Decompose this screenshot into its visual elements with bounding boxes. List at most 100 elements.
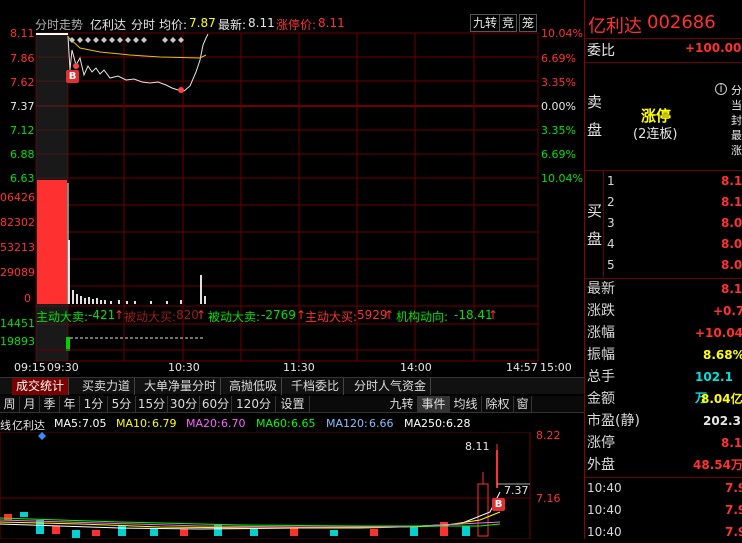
period-year[interactable]: 年	[60, 396, 80, 413]
sell-side: 卖盘 涨停 (2连板) i 分当封最涨	[585, 63, 742, 170]
kline-chart	[0, 432, 531, 539]
period-5min[interactable]: 5分	[108, 396, 136, 413]
ma120-value: 6.66	[369, 417, 394, 430]
stat-row: 总手 102.1万	[587, 369, 733, 405]
price-tick: 6.88	[10, 148, 35, 161]
limit-note: 分当封最涨	[731, 84, 742, 157]
kline-jiuzhuan-button[interactable]: 九转	[386, 396, 418, 413]
period-1min[interactable]: 1分	[80, 396, 108, 413]
tick-row: 10:407.98	[587, 525, 742, 539]
sell-label: 卖盘	[587, 93, 603, 139]
flow-value: -18.41	[454, 308, 493, 322]
ma10-value: 6.79	[152, 417, 177, 430]
buy-level-row[interactable]: 5 8.07	[585, 255, 742, 276]
pct-tick: 10.04%	[541, 27, 583, 40]
ma5-label: MA5:	[54, 417, 82, 430]
quote-stock-name: 亿利达	[588, 16, 642, 37]
kline-ma-button[interactable]: 均线	[450, 396, 482, 413]
kline-stock-name: 亿利达	[12, 419, 45, 432]
kline-close-label: 7.37	[504, 484, 529, 497]
period-month[interactable]: 月	[20, 396, 40, 413]
tick-row: 10:407.98	[587, 481, 742, 495]
flow-label: 被动大买:	[124, 310, 177, 324]
kline-high-label: 8.11	[465, 440, 490, 453]
flow-arrow: ↑	[488, 308, 499, 322]
time-tick: 14:57	[506, 361, 538, 374]
flow-label: 被动大卖:	[208, 310, 261, 324]
buy-side: 买盘 1 8.11 2 8.10 3 8.09 4 8.08 5 8.07	[585, 171, 742, 277]
stat-row: 涨停8.11	[587, 435, 742, 451]
flow-label: 机构动向:	[396, 310, 449, 324]
time-tick: 11:30	[283, 361, 315, 374]
volume-tick: 0	[24, 292, 31, 305]
info-icon[interactable]: i	[715, 83, 727, 95]
flow-arrow: ↑	[196, 308, 207, 322]
quote-title: 亿利达 002686	[585, 12, 742, 37]
buy-level-row[interactable]: 4 8.08	[585, 234, 742, 255]
flow-label: 主动大买:	[305, 310, 358, 324]
flow-tick: 19893	[0, 335, 35, 348]
ma250-value: 6.28	[446, 417, 471, 430]
period-30min[interactable]: 30分	[168, 396, 200, 413]
weibi-label: 委比	[587, 43, 615, 59]
period-60min[interactable]: 60分	[200, 396, 232, 413]
tab-high-low[interactable]: 高抛低吸	[225, 378, 283, 395]
quote-stock-code: 002686	[647, 12, 716, 33]
tab-buy-sell-force[interactable]: 买卖力道	[78, 378, 136, 395]
divider	[585, 38, 742, 39]
tab-popularity[interactable]: 分时人气资金	[350, 378, 432, 395]
weibi-row: 委比 +100.00%	[585, 40, 742, 60]
period-bar: 周 月 季 年 1分 5分 15分 30分 60分 120分 设置 九转 事件 …	[0, 396, 585, 413]
tick-list: 10:407.98 10:407.98 10:407.98	[585, 478, 742, 539]
ma120-label: MA120:	[326, 417, 368, 430]
bottom-tab-bar: 成交统计 买卖力道 大单净量分时 高抛低吸 千档委比 分时人气资金	[0, 377, 585, 395]
ma5-value: 7.05	[82, 417, 107, 430]
kline-buy-signal-marker[interactable]: B	[492, 498, 505, 511]
kline-prefix: 线	[0, 419, 11, 432]
kline-window-button[interactable]: 窗	[514, 396, 532, 413]
period-120min[interactable]: 120分	[232, 396, 276, 413]
tab-order-ratio[interactable]: 千档委比	[287, 378, 345, 395]
period-15min[interactable]: 15分	[136, 396, 168, 413]
price-tick: 7.86	[10, 52, 35, 65]
period-week[interactable]: 周	[0, 396, 20, 413]
buy-level-row[interactable]: 2 8.10	[585, 192, 742, 213]
ma-legend: 线 亿利达 MA5: 7.05 MA10: 6.79 MA20: 6.70 MA…	[0, 417, 560, 432]
tab-trade-stats[interactable]: 成交统计	[12, 378, 70, 395]
time-tick: 10:30	[168, 361, 200, 374]
kline-events-button[interactable]: 事件	[418, 396, 450, 413]
price-tick: 7.37	[10, 100, 35, 113]
stats-block: 最新8.11 涨跌+0.74 涨幅+10.04% 振幅8.68% 总手102.1…	[585, 279, 742, 477]
stat-row: 市盈(静) 202.3	[587, 413, 741, 429]
kline-exright-button[interactable]: 除权	[482, 396, 514, 413]
buy-signal-marker[interactable]: B	[66, 70, 79, 83]
ma60-value: 6.65	[291, 417, 316, 430]
weibi-value: +100.00%	[685, 41, 742, 55]
kline-ytick: 8.22	[536, 429, 561, 442]
volume-tick: 53213	[0, 241, 35, 254]
pct-tick: 10.04%	[541, 172, 583, 185]
pct-tick: 0.00%	[541, 100, 576, 113]
percent-axis: 10.04% 6.69% 3.35% 0.00% 3.35% 6.69% 10.…	[538, 0, 585, 200]
limit-up-streak: (2连板)	[633, 127, 678, 142]
quote-panel: 亿利达 002686 委比 +100.00% 卖盘 涨停 (2连板) i 分当封…	[584, 0, 742, 539]
stat-row: 金额 8.04亿	[587, 391, 742, 407]
buy-level-row[interactable]: 3 8.09	[585, 213, 742, 234]
period-quarter[interactable]: 季	[40, 396, 60, 413]
flow-indicator-line: 主动大卖: -421 ↑ 被动大买: 820 ↑ 被动大卖: -2769 ↑ 主…	[36, 308, 538, 324]
kline-panel: 周 月 季 年 1分 5分 15分 30分 60分 120分 设置 九转 事件 …	[0, 396, 585, 539]
period-settings[interactable]: 设置	[276, 396, 310, 413]
stat-row: 涨幅+10.04%	[587, 325, 742, 341]
flow-arrow: ↑	[384, 308, 395, 322]
flow-value: 5929	[357, 308, 388, 322]
tick-row: 10:407.98	[587, 503, 742, 517]
volume-tick: 29089	[0, 266, 35, 279]
buy-level-row[interactable]: 1 8.11	[585, 171, 742, 192]
price-tick: 6.63	[10, 172, 35, 185]
ma20-label: MA20:	[186, 417, 221, 430]
tab-big-order[interactable]: 大单净量分时	[140, 378, 222, 395]
pct-tick: 3.35%	[541, 124, 576, 137]
ma20-value: 6.70	[221, 417, 246, 430]
pct-tick: 3.35%	[541, 76, 576, 89]
price-tick: 7.12	[10, 124, 35, 137]
